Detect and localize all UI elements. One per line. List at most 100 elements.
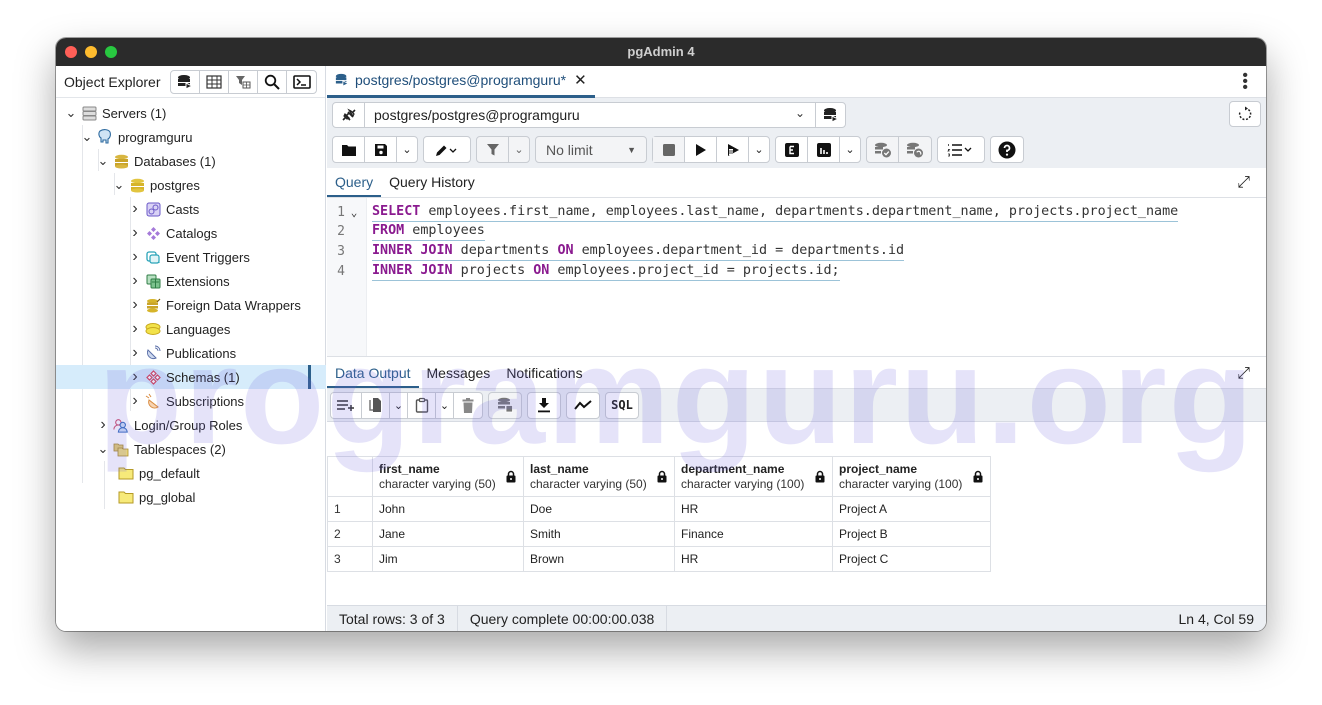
column-header-last-name[interactable]: last_name character varying (50) xyxy=(523,456,675,497)
table-cell[interactable]: HR xyxy=(674,496,833,522)
save-file-button[interactable] xyxy=(365,137,397,162)
tab-data-output[interactable]: Data Output xyxy=(327,365,419,388)
maximize-icon[interactable]: ⤢ xyxy=(1237,365,1250,383)
table-cell[interactable]: Jane xyxy=(372,521,524,547)
row-number[interactable]: 1 xyxy=(327,496,373,522)
sql-editor[interactable]: 1 ⌄ SELECT employees.first_name, employees… xyxy=(327,198,1266,356)
chevron-down-icon[interactable]: ⌄ xyxy=(96,442,110,455)
open-file-button[interactable] xyxy=(333,137,365,162)
query-tool-tab[interactable]: postgres/postgres@programguru* ✕ xyxy=(327,66,595,98)
row-limit-select[interactable]: No limit ▼ xyxy=(536,137,646,162)
chevron-down-icon[interactable]: ⌄ xyxy=(64,106,78,119)
chevron-right-icon[interactable]: › xyxy=(128,273,142,289)
tree-node-pg-global[interactable]: pg_global xyxy=(56,485,325,509)
sql-button[interactable]: SQL xyxy=(606,393,638,418)
table-row[interactable]: 3 Jim Brown HR Project C xyxy=(327,546,991,572)
connection-selector[interactable]: postgres/postgres@programguru ⌄ xyxy=(332,102,846,128)
maximize-icon[interactable]: ⤢ xyxy=(1237,174,1250,192)
explain-analyze-button[interactable] xyxy=(808,137,840,162)
filter-button[interactable] xyxy=(477,137,509,162)
download-results-button[interactable] xyxy=(528,393,560,418)
table-cell[interactable]: Brown xyxy=(523,546,675,572)
chevron-right-icon[interactable]: › xyxy=(128,393,142,409)
sql-line[interactable]: 4 INNER JOIN projects ON employees.projec… xyxy=(327,261,840,281)
tab-query[interactable]: Query xyxy=(327,174,382,197)
macros-button[interactable] xyxy=(938,137,984,162)
row-number-header[interactable] xyxy=(327,456,373,497)
column-header-department-name[interactable]: department_name character varying (100) xyxy=(674,456,833,497)
help-button[interactable] xyxy=(991,137,1023,162)
chevron-right-icon[interactable]: › xyxy=(128,345,142,361)
edit-options-button[interactable] xyxy=(424,137,470,162)
table-cell[interactable]: Project B xyxy=(832,521,991,547)
tree-node-publications[interactable]: › Publications xyxy=(56,341,325,365)
tree-node-databases-1[interactable]: ⌄ Databases (1) xyxy=(56,149,325,173)
tree-node-languages[interactable]: › Languages xyxy=(56,317,325,341)
explain-button[interactable] xyxy=(776,137,808,162)
more-options-icon[interactable]: • • • xyxy=(1242,68,1248,96)
tree-node-schemas-1[interactable]: › Schemas (1) xyxy=(56,365,326,389)
sql-line[interactable]: 1 ⌄ SELECT employees.first_name, employees… xyxy=(327,202,1179,222)
chevron-right-icon[interactable]: › xyxy=(128,249,142,265)
tree-node-tablespaces-2[interactable]: ⌄ Tablespaces (2) xyxy=(56,437,325,461)
copy-options-dropdown[interactable]: ⌄ xyxy=(390,392,408,418)
chevron-right-icon[interactable]: › xyxy=(128,201,142,217)
view-data-button[interactable] xyxy=(200,70,230,93)
add-row-button[interactable] xyxy=(331,392,362,418)
table-cell[interactable]: Jim xyxy=(372,546,524,572)
chevron-down-icon[interactable]: ⌄ xyxy=(96,154,110,167)
reset-layout-button[interactable] xyxy=(1229,101,1261,127)
chevron-right-icon[interactable]: › xyxy=(128,225,142,241)
tree-node-event-triggers[interactable]: › Event Triggers xyxy=(56,245,325,269)
copy-button[interactable] xyxy=(362,392,390,418)
tab-messages[interactable]: Messages xyxy=(419,365,499,388)
column-header-first-name[interactable]: first_name character varying (50) xyxy=(372,456,524,497)
chevron-right-icon[interactable]: › xyxy=(128,297,142,313)
tab-notifications[interactable]: Notifications xyxy=(498,365,590,388)
tree-node-servers-1[interactable]: ⌄ Servers (1) xyxy=(56,101,325,125)
row-number[interactable]: 3 xyxy=(327,546,373,572)
table-cell[interactable]: Project A xyxy=(832,496,991,522)
tree-node-casts[interactable]: › Casts xyxy=(56,197,325,221)
paste-button[interactable] xyxy=(408,392,436,418)
table-cell[interactable]: HR xyxy=(674,546,833,572)
query-tool-button[interactable] xyxy=(171,70,201,93)
fold-chevron-icon[interactable]: ⌄ xyxy=(345,206,363,219)
new-connection-button[interactable] xyxy=(815,103,845,127)
chevron-down-icon[interactable]: ⌄ xyxy=(80,130,94,143)
filtered-rows-button[interactable] xyxy=(229,70,259,93)
graph-visualiser-button[interactable] xyxy=(567,393,599,418)
table-cell[interactable]: Project C xyxy=(832,546,991,572)
save-data-changes-button[interactable] xyxy=(489,393,521,418)
tree-node-pg-default[interactable]: pg_default xyxy=(56,461,325,485)
tree-node-foreign-data-wrappers[interactable]: › Foreign Data Wrappers xyxy=(56,293,325,317)
commit-button[interactable] xyxy=(867,137,899,162)
execute-query-button[interactable] xyxy=(685,137,717,162)
filter-options-dropdown[interactable]: ⌄ xyxy=(509,137,529,162)
tree-node-subscriptions[interactable]: › Subscriptions xyxy=(56,389,325,413)
sql-line[interactable]: 2 FROM employees xyxy=(327,222,485,242)
chevron-right-icon[interactable]: › xyxy=(96,417,110,433)
chevron-down-icon[interactable]: ⌄ xyxy=(112,178,126,191)
table-cell[interactable]: Doe xyxy=(523,496,675,522)
table-row[interactable]: 2 Jane Smith Finance Project B xyxy=(327,521,991,547)
rollback-button[interactable] xyxy=(899,137,931,162)
tab-query-history[interactable]: Query History xyxy=(381,174,483,197)
column-header-project-name[interactable]: project_name character varying (100) xyxy=(832,456,991,497)
tree-node-extensions[interactable]: › Extensions xyxy=(56,269,325,293)
tree-node-postgres[interactable]: ⌄ postgres xyxy=(56,173,325,197)
tree-node-login-group-roles[interactable]: › Login/Group Roles xyxy=(56,413,325,437)
tree-node-programguru[interactable]: ⌄ programguru xyxy=(56,125,325,149)
close-tab-icon[interactable]: ✕ xyxy=(574,71,587,89)
explain-options-dropdown[interactable]: ⌄ xyxy=(840,137,860,162)
table-cell[interactable]: Smith xyxy=(523,521,675,547)
table-cell[interactable]: John xyxy=(372,496,524,522)
sql-line[interactable]: 3 INNER JOIN departments ON employees.dep… xyxy=(327,241,905,261)
connection-status-button[interactable] xyxy=(333,103,365,127)
save-options-dropdown[interactable]: ⌄ xyxy=(397,137,417,162)
chevron-right-icon[interactable]: › xyxy=(128,321,142,337)
delete-row-button[interactable] xyxy=(454,393,482,418)
execute-script-button[interactable] xyxy=(717,137,749,162)
table-row[interactable]: 1 John Doe HR Project A xyxy=(327,496,991,522)
paste-options-dropdown[interactable]: ⌄ xyxy=(436,392,454,418)
